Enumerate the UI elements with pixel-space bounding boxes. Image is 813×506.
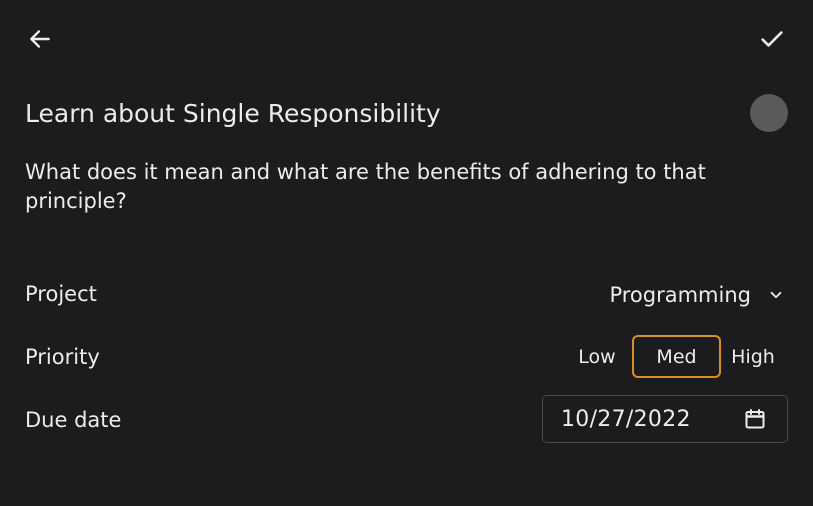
chevron-down-icon xyxy=(770,291,782,299)
back-button[interactable] xyxy=(20,19,60,59)
check-icon xyxy=(761,31,783,47)
task-title[interactable]: Learn about Single Responsibility xyxy=(25,96,441,132)
project-label: Project xyxy=(25,282,97,306)
project-value: Programming xyxy=(609,283,751,307)
priority-high-button[interactable]: High xyxy=(725,335,781,378)
task-description[interactable]: What does it mean and what are the benef… xyxy=(25,158,765,216)
due-date-input[interactable]: 10/27/2022 xyxy=(542,395,788,443)
project-select[interactable]: Programming xyxy=(609,278,785,312)
complete-toggle[interactable] xyxy=(750,94,788,132)
calendar-icon[interactable] xyxy=(743,407,767,431)
arrow-left-icon xyxy=(30,30,50,48)
due-date-label: Due date xyxy=(25,408,122,432)
task-editor: Learn about Single Responsibility What d… xyxy=(0,0,813,506)
save-button[interactable] xyxy=(752,19,792,59)
priority-med-button[interactable]: Med xyxy=(632,335,721,378)
priority-low-button[interactable]: Low xyxy=(566,335,628,378)
priority-label: Priority xyxy=(25,345,100,369)
due-date-value: 10/27/2022 xyxy=(561,406,691,432)
priority-selector: Low Med High xyxy=(566,335,781,378)
